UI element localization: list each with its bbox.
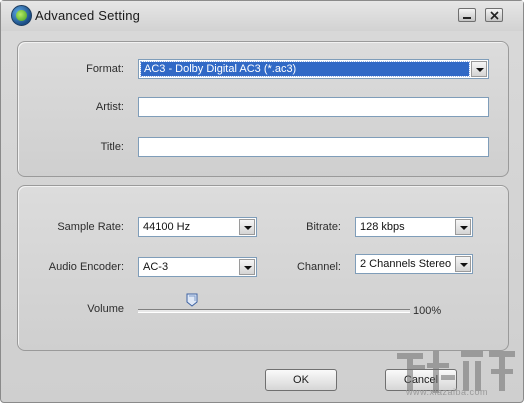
volume-label: Volume <box>87 303 124 315</box>
dropdown-arrow-icon[interactable] <box>455 256 471 272</box>
bitrate-label: Bitrate: <box>306 221 341 233</box>
title-input[interactable] <box>138 137 489 157</box>
bitrate-value: 128 kbps <box>360 221 405 233</box>
dropdown-arrow-icon[interactable] <box>455 219 471 235</box>
sample-rate-label: Sample Rate: <box>57 221 124 233</box>
title-label: Title: <box>100 141 124 153</box>
channel-select[interactable]: 2 Channels Stereo <box>355 254 473 274</box>
dropdown-arrow-icon[interactable] <box>471 61 487 77</box>
title-bar[interactable]: Advanced Setting <box>1 1 523 31</box>
volume-slider-track[interactable] <box>138 309 410 313</box>
bitrate-select[interactable]: 128 kbps <box>355 217 473 237</box>
slider-thumb-icon[interactable] <box>186 293 198 307</box>
audio-encoder-select[interactable]: AC-3 <box>138 257 257 277</box>
artist-label: Artist: <box>95 101 124 113</box>
format-value: AC3 - Dolby Digital AC3 (*.ac3) <box>144 63 297 75</box>
minimize-icon <box>463 17 471 19</box>
dropdown-arrow-icon[interactable] <box>239 219 255 235</box>
format-select[interactable]: AC3 - Dolby Digital AC3 (*.ac3) <box>138 59 489 79</box>
watermark-site-text: www.xiazaiba.com <box>406 387 489 397</box>
channel-value: 2 Channels Stereo <box>360 258 452 270</box>
sample-rate-value: 44100 Hz <box>143 221 191 233</box>
ok-button[interactable]: OK <box>265 369 337 391</box>
advanced-setting-dialog: Advanced Setting Format: AC3 - Dolby Dig… <box>0 0 524 403</box>
sample-rate-select[interactable]: 44100 Hz <box>138 217 257 237</box>
dropdown-arrow-icon[interactable] <box>239 259 255 275</box>
minimize-button[interactable] <box>458 8 476 22</box>
channel-label: Channel: <box>296 261 341 273</box>
close-button[interactable] <box>485 8 503 22</box>
audio-encoder-value: AC-3 <box>143 261 169 273</box>
volume-value: 100% <box>413 305 442 317</box>
audio-encoder-label: Audio Encoder: <box>48 261 124 273</box>
artist-input[interactable] <box>138 97 489 117</box>
app-logo-icon <box>11 5 32 26</box>
close-icon <box>490 11 499 20</box>
format-label: Format: <box>86 63 124 75</box>
window-title: Advanced Setting <box>35 8 141 23</box>
